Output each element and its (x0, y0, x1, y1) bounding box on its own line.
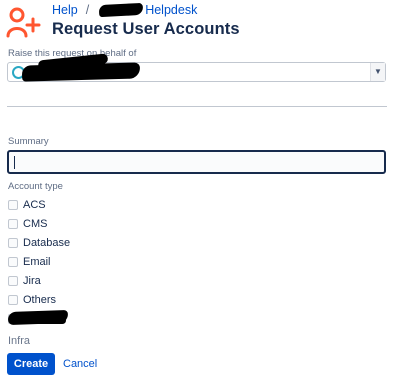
checkbox-option-acs[interactable]: ACS (8, 198, 46, 212)
redaction-mark (16, 317, 66, 324)
checkbox[interactable] (8, 238, 18, 248)
infra-text: Infra (8, 335, 31, 347)
request-page: Help / Helpdesk Request User Accounts Ra… (0, 0, 411, 376)
account-type-label: Account type (8, 181, 63, 192)
checkbox-label: Email (23, 256, 51, 268)
checkbox-label: Others (23, 294, 57, 306)
checkbox-label: Jira (23, 275, 41, 287)
checkbox-option-others[interactable]: Others (8, 293, 56, 307)
redaction-mark (98, 2, 144, 18)
checkbox-label: ACS (23, 199, 46, 211)
checkbox[interactable] (8, 276, 18, 286)
behalf-select[interactable]: ▼ (7, 53, 386, 82)
summary-label: Summary (8, 136, 49, 147)
checkbox[interactable] (8, 219, 18, 229)
breadcrumb-separator: / (85, 3, 90, 17)
breadcrumb: Help / Helpdesk (52, 2, 197, 18)
checkbox-label: Database (23, 237, 71, 249)
chevron-down-icon[interactable]: ▼ (370, 63, 385, 81)
breadcrumb-help-link[interactable]: Help (52, 3, 78, 17)
checkbox[interactable] (8, 257, 18, 267)
add-user-icon (6, 7, 41, 38)
summary-input[interactable] (7, 150, 386, 174)
checkbox[interactable] (8, 295, 18, 305)
cancel-button[interactable]: Cancel (60, 353, 100, 375)
checkbox-label: CMS (23, 218, 48, 230)
checkbox-option-database[interactable]: Database (8, 236, 70, 250)
checkbox[interactable] (8, 200, 18, 210)
section-divider (7, 106, 387, 107)
checkbox-option-cms[interactable]: CMS (8, 217, 47, 231)
checkbox-option-email[interactable]: Email (8, 255, 51, 269)
text-caret (14, 156, 15, 169)
page-title: Request User Accounts (52, 20, 240, 38)
create-button[interactable]: Create (7, 353, 55, 375)
breadcrumb-project-link[interactable]: Helpdesk (145, 3, 197, 17)
checkbox-option-jira[interactable]: Jira (8, 274, 41, 288)
